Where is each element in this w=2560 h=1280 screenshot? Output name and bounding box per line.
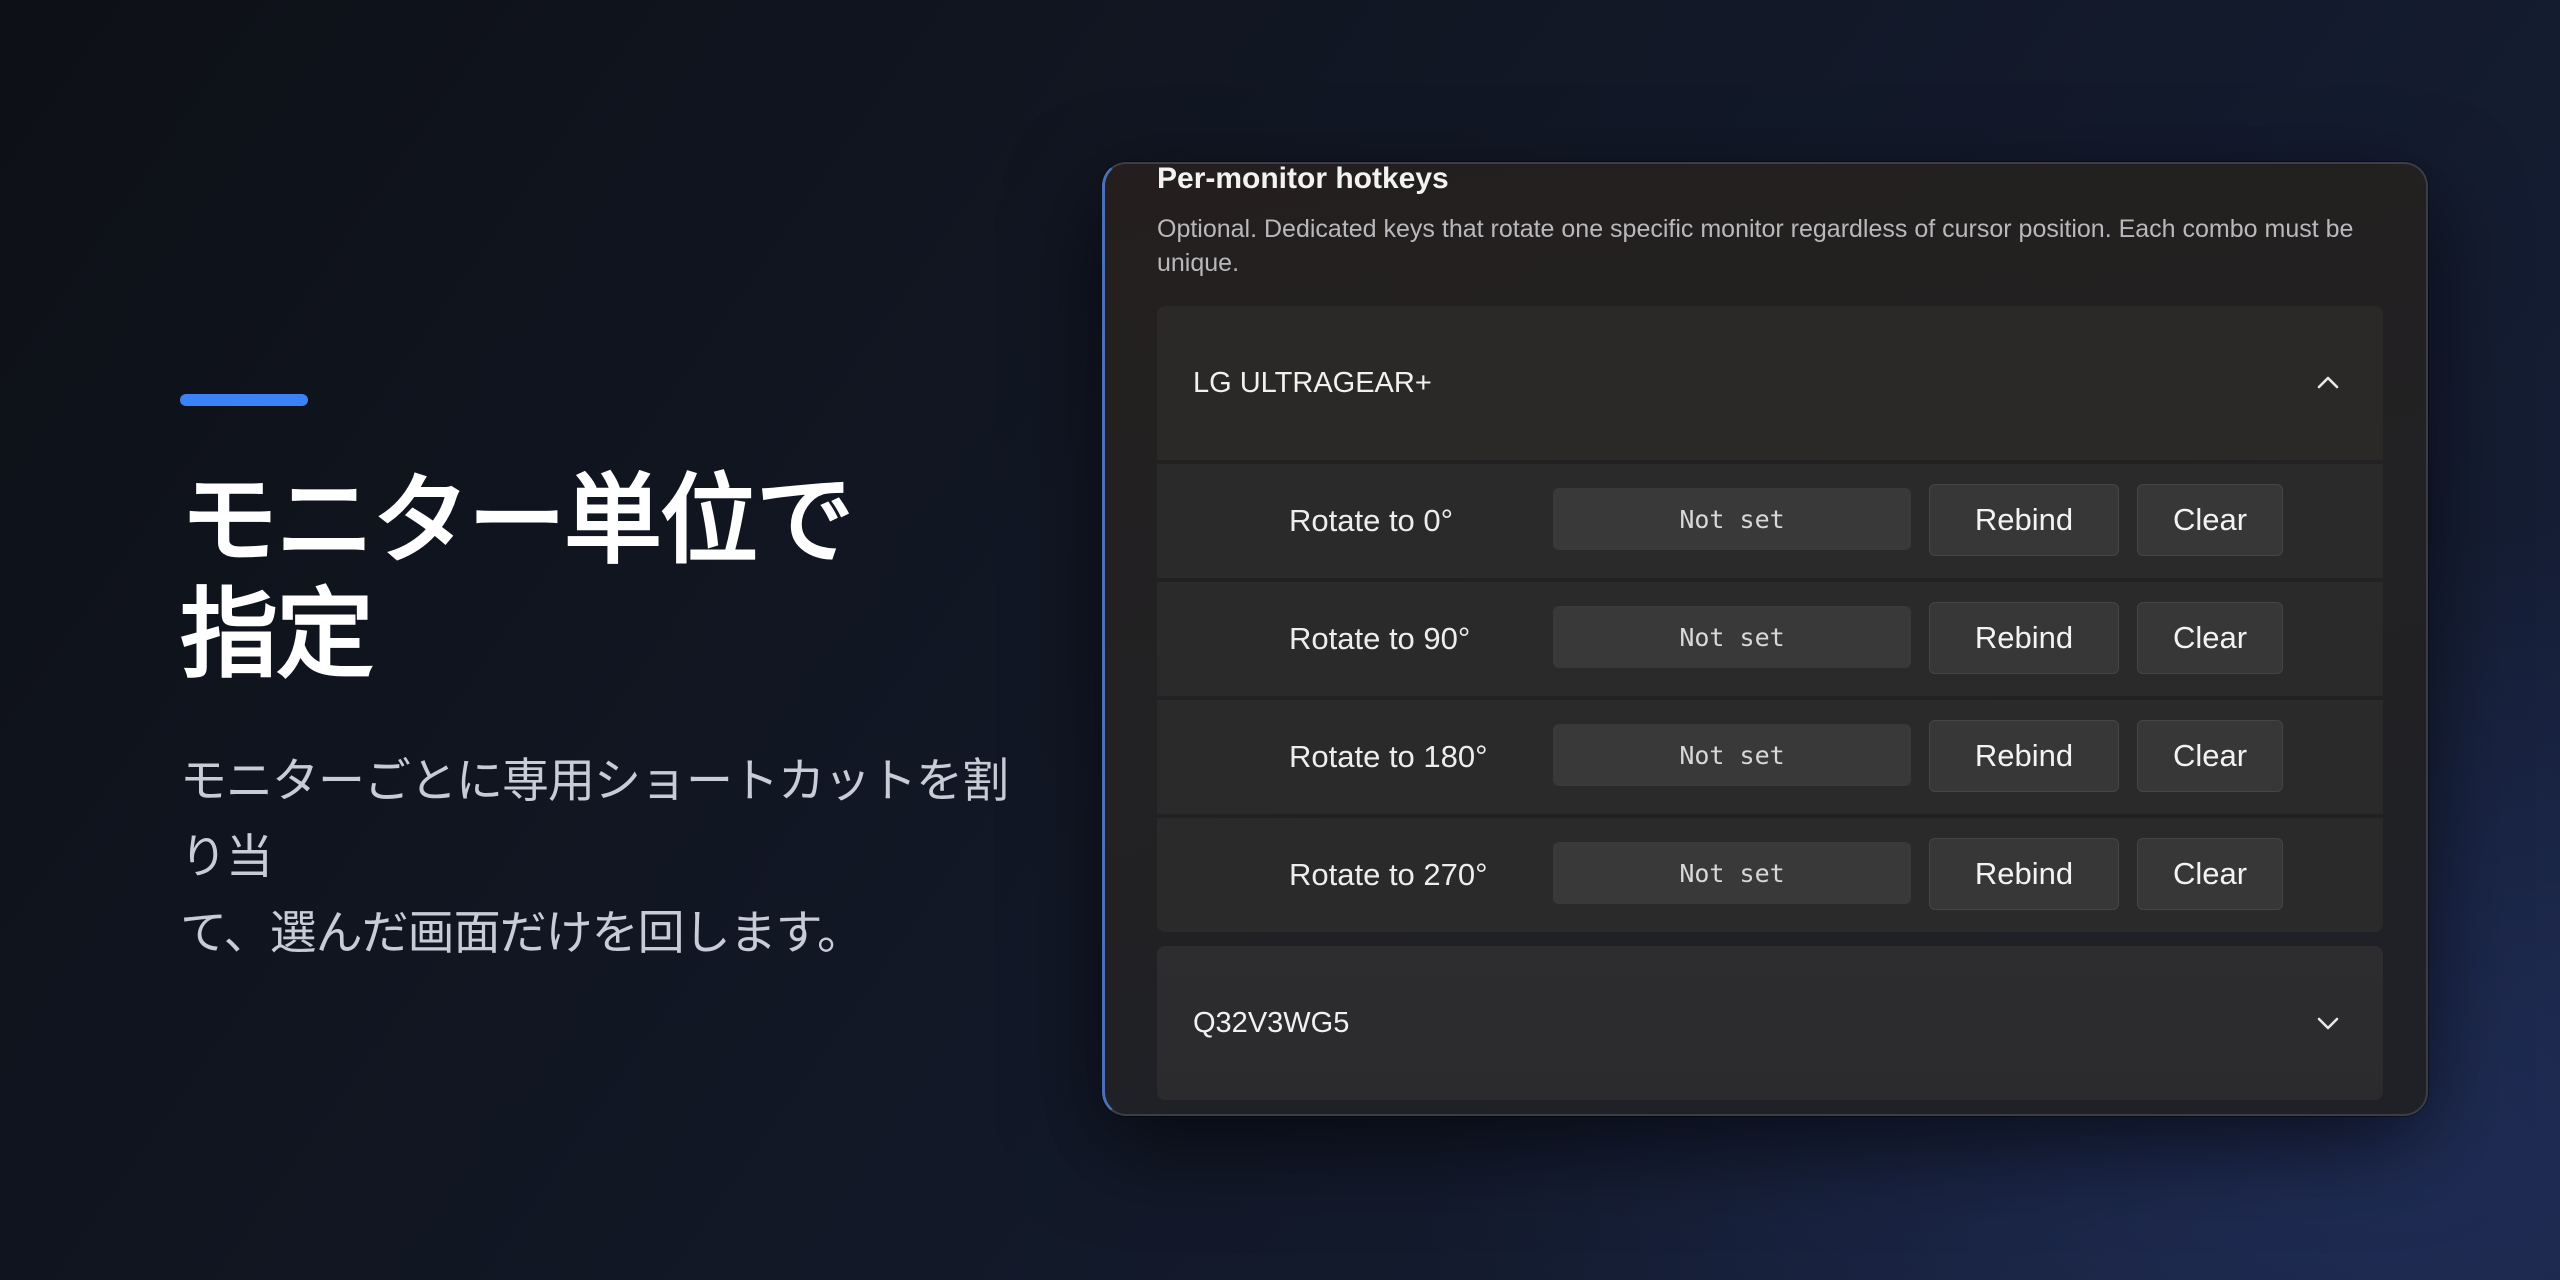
hero-subtitle-line-1: モニターごとに専用ショートカットを割り当	[180, 754, 1009, 885]
monitor-name: LG ULTRAGEAR+	[1193, 366, 1432, 399]
settings-window: Per-monitor hotkeys Optional. Dedicated …	[1102, 162, 2428, 1116]
hotkey-value: Not set	[1553, 488, 1911, 550]
hotkey-row: Rotate to 0° Not set Rebind Clear	[1157, 464, 2383, 578]
section-description: Optional. Dedicated keys that rotate one…	[1157, 215, 2354, 277]
hotkey-value: Not set	[1553, 842, 1911, 904]
clear-button[interactable]: Clear	[2137, 720, 2283, 792]
hero-title-line-1: モニター単位で	[180, 464, 854, 578]
hero-subtitle: モニターごとに専用ショートカットを割り当て、選んだ画面だけを回します。	[180, 744, 1040, 972]
rebind-button[interactable]: Rebind	[1929, 484, 2119, 556]
monitor-name: Q32V3WG5	[1193, 1006, 1350, 1039]
monitor-expander-lg-ultragear: LG ULTRAGEAR+ Rotate to 0° Not set Rebin…	[1157, 306, 2383, 932]
hotkey-row: Rotate to 90° Not set Rebind Clear	[1157, 582, 2383, 696]
hotkey-label: Rotate to 0°	[1289, 503, 1454, 538]
expander-header[interactable]: Q32V3WG5	[1157, 946, 2383, 1100]
hero-title: モニター単位で 指定	[180, 464, 1040, 692]
hotkey-label: Rotate to 270°	[1289, 857, 1488, 892]
chevron-down-icon[interactable]	[2317, 1012, 2339, 1034]
rebind-button[interactable]: Rebind	[1929, 602, 2119, 674]
hotkey-value: Not set	[1553, 606, 1911, 668]
section-title: Per-monitor hotkeys	[1157, 162, 1449, 195]
hero-subtitle-line-2: て、選んだ画面だけを回します。	[180, 906, 864, 961]
expander-header[interactable]: LG ULTRAGEAR+	[1157, 306, 2383, 460]
hotkey-row: Rotate to 180° Not set Rebind Clear	[1157, 700, 2383, 814]
monitor-expander-q32v3wg5: Q32V3WG5	[1157, 946, 2383, 1100]
hotkey-row: Rotate to 270° Not set Rebind Clear	[1157, 818, 2383, 932]
accent-bar	[180, 394, 308, 406]
hero-section: モニター単位で 指定 モニターごとに専用ショートカットを割り当て、選んだ画面だけを…	[180, 394, 1040, 972]
hero-title-line-2: 指定	[180, 578, 374, 692]
hotkey-label: Rotate to 180°	[1289, 739, 1488, 774]
chevron-up-icon[interactable]	[2317, 372, 2339, 394]
hotkey-value: Not set	[1553, 724, 1911, 786]
rebind-button[interactable]: Rebind	[1929, 838, 2119, 910]
clear-button[interactable]: Clear	[2137, 484, 2283, 556]
clear-button[interactable]: Clear	[2137, 602, 2283, 674]
hotkey-label: Rotate to 90°	[1289, 621, 1471, 656]
rebind-button[interactable]: Rebind	[1929, 720, 2119, 792]
clear-button[interactable]: Clear	[2137, 838, 2283, 910]
